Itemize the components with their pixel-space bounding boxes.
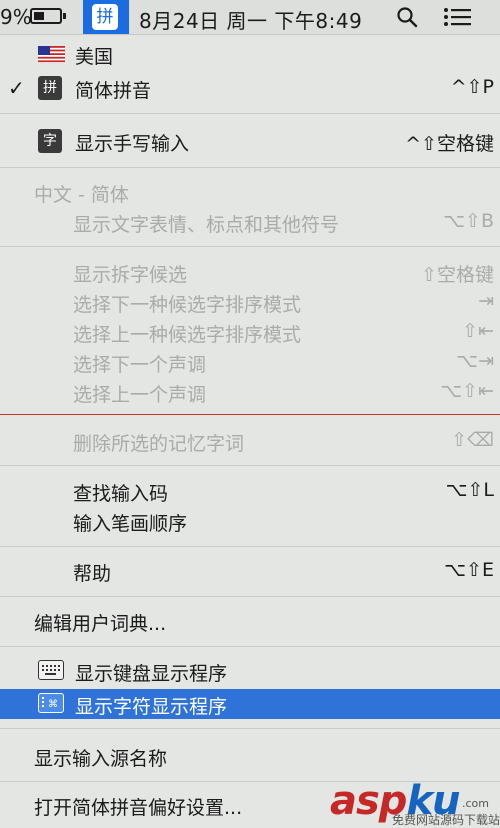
menu-item-us[interactable]: 美国 <box>0 39 500 69</box>
pinyin-icon: 拼 <box>38 76 62 100</box>
menu-item-show-source-name[interactable]: 显示输入源名称 <box>0 741 500 771</box>
clock[interactable]: 8月24日 周一 下午8:49 <box>139 5 362 34</box>
menu-item-character-viewer[interactable]: ⌘ 显示字符显示程序 <box>0 689 500 719</box>
menu-item-label: 编辑用户词典... <box>34 613 167 635</box>
separator <box>0 646 500 647</box>
list-icon[interactable] <box>443 7 473 27</box>
shortcut: ⌥⇧L <box>445 479 494 501</box>
handwriting-icon: 字 <box>38 129 62 153</box>
menu-item-label: 选择下一个声调 <box>73 354 207 376</box>
watermark-dotcom: .com <box>462 797 489 810</box>
watermark-subtitle: 免费网站源码下载站 <box>392 813 500 827</box>
menu-item-label: 简体拼音 <box>75 80 152 102</box>
menu-item-label: 显示键盘显示程序 <box>75 663 228 685</box>
menu-item-label: 显示字符显示程序 <box>75 696 228 718</box>
shortcut: ⇥ <box>478 290 494 312</box>
separator <box>0 167 500 168</box>
menu-item-emoji[interactable]: 显示文字表情、标点和其他符号 ⌥⇧B <box>0 207 500 237</box>
menu-item-label: 显示文字表情、标点和其他符号 <box>73 214 340 236</box>
us-flag-icon <box>38 46 65 63</box>
separator <box>0 546 500 547</box>
menu-item-next-tone[interactable]: 选择下一个声调 ⌥⇥ <box>0 347 500 377</box>
pinyin-icon: 拼 <box>92 4 118 30</box>
menu-bar: 9% 拼 8月24日 周一 下午8:49 <box>0 0 500 35</box>
separator <box>0 414 500 415</box>
separator <box>0 596 500 597</box>
menu-item-edit-dict[interactable]: 编辑用户词典... <box>0 606 500 636</box>
menu-item-label: 删除所选的记忆字词 <box>73 433 245 455</box>
shortcut: ^⇧P <box>450 76 494 98</box>
menu-item-label: 显示输入源名称 <box>34 748 168 770</box>
menu-item-prev-tone[interactable]: 选择上一个声调 ⌥⇧⇤ <box>0 377 500 407</box>
menu-item-label: 打开简体拼音偏好设置... <box>34 797 243 819</box>
keyboard-icon <box>38 660 64 680</box>
menu-item-label: 美国 <box>75 46 114 68</box>
menu-item-label: 选择上一种候选字排序模式 <box>73 324 302 346</box>
menu-item-keyboard-viewer[interactable]: 显示键盘显示程序 <box>0 656 500 686</box>
menu-item-label: 输入笔画顺序 <box>73 513 188 535</box>
separator <box>0 246 500 247</box>
menu-item-label: 查找输入码 <box>73 483 169 505</box>
menu-item-label: 帮助 <box>73 563 112 585</box>
checkmark-icon: ✓ <box>8 76 25 100</box>
shortcut: ⇧空格键 <box>421 264 494 286</box>
menu-item-stroke-order[interactable]: 输入笔画顺序 <box>0 506 500 536</box>
battery-percent: 9% <box>0 5 32 29</box>
menu-item-next-sort[interactable]: 选择下一种候选字排序模式 ⇥ <box>0 287 500 317</box>
menu-item-prev-sort[interactable]: 选择上一种候选字排序模式 ⇧⇤ <box>0 317 500 347</box>
separator <box>0 465 500 466</box>
shortcut: ⌥⇧B <box>443 210 494 232</box>
menu-item-label: 选择下一种候选字排序模式 <box>73 294 302 316</box>
character-viewer-icon: ⌘ <box>38 693 64 713</box>
separator <box>0 113 500 114</box>
menu-item-pinyin[interactable]: ✓ 拼 简体拼音 ^⇧P <box>0 73 500 103</box>
separator <box>0 728 500 729</box>
shortcut: ⇧⇤ <box>462 320 494 342</box>
menu-item-delete-memory[interactable]: 删除所选的记忆字词 ⇧⌫ <box>0 426 500 456</box>
shortcut: ⌥⇥ <box>456 350 494 372</box>
shortcut: ⌥⇧⇤ <box>440 380 494 402</box>
svg-text:⌘: ⌘ <box>48 699 58 710</box>
search-icon[interactable] <box>396 6 418 28</box>
menu-item-find-code[interactable]: 查找输入码 ⌥⇧L <box>0 476 500 506</box>
input-method-menu[interactable]: 拼 <box>83 0 129 34</box>
menu-item-label: 显示拆字候选 <box>73 264 188 286</box>
shortcut: ⇧⌫ <box>451 429 494 451</box>
menu-item-label: 选择上一个声调 <box>73 384 207 406</box>
menu-item-handwriting[interactable]: 字 显示手写输入 ^⇧空格键 <box>0 126 500 156</box>
battery-icon[interactable] <box>30 8 66 24</box>
menu-item-label: 显示手写输入 <box>75 133 190 155</box>
section-header: 中文 - 简体 <box>34 184 129 206</box>
shortcut: ^⇧空格键 <box>405 133 494 155</box>
menu-item-help[interactable]: 帮助 ⌥⇧E <box>0 556 500 586</box>
menu-item-split-candidates[interactable]: 显示拆字候选 ⇧空格键 <box>0 257 500 287</box>
shortcut: ⌥⇧E <box>444 559 494 581</box>
